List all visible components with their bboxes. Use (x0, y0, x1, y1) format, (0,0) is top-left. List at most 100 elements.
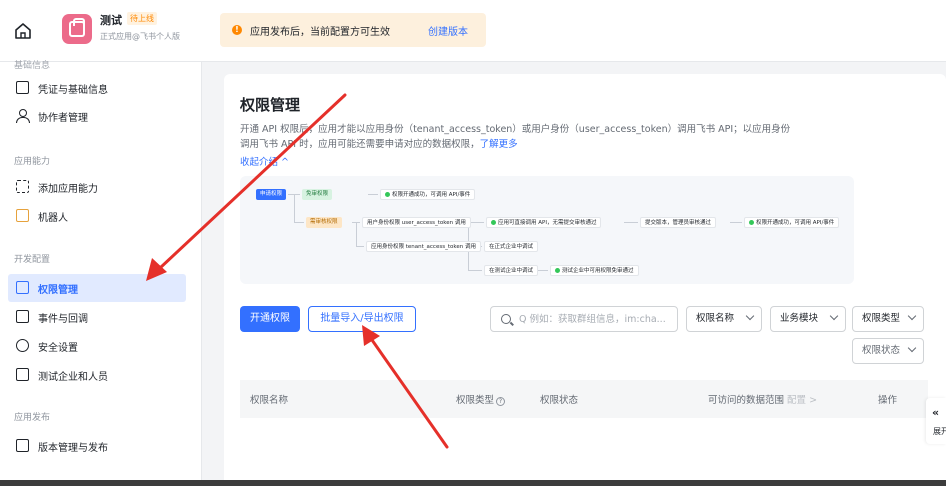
flow-connector (356, 246, 364, 247)
publish-icon (16, 439, 29, 452)
filter-label: 业务模块 (780, 313, 819, 324)
column-header-scope: 可访问的数据范围 配置 > (708, 392, 817, 406)
search-icon (501, 314, 511, 324)
filter-business-module[interactable]: 业务模块 (770, 306, 846, 332)
flow-submit-version: 提交版本，管理员审核通过 (640, 217, 717, 228)
sidebar-section-publish: 应用发布 (14, 413, 51, 423)
page-title: 权限管理 (240, 96, 301, 114)
flow-no-review-chip: 免审权限 (302, 189, 333, 200)
sidebar: 基础信息 凭证与基础信息 协作者管理 应用能力 添加应用能力 机器人 开发配置 … (0, 61, 202, 486)
sidebar-section-dev-config: 开发配置 (14, 255, 51, 265)
create-version-link[interactable]: 创建版本 (428, 23, 468, 38)
warning-icon: ! (232, 25, 242, 35)
flow-connector (356, 222, 357, 246)
flow-app-identity-chip: 应用身份权限 tenant_access_token 调用 (366, 241, 481, 252)
shield-check-icon (16, 339, 29, 352)
batch-import-export-button[interactable]: 批量导入/导出权限 (308, 306, 416, 332)
column-header-type-label: 权限类型 (456, 395, 495, 406)
flow-start-chip: 申请权限 (256, 189, 287, 200)
help-icon[interactable]: ? (496, 397, 506, 406)
sidebar-item-test-tenants[interactable]: 测试企业和人员 (8, 361, 186, 389)
app-root: 测试 待上线 正式应用@飞书个人版 ! 应用发布后，当前配置方可生效 创建版本 … (0, 0, 946, 486)
main-panel: 权限管理 开通 API 权限后，应用才能以应用身份（tenant_access_… (224, 74, 946, 486)
sidebar-item-versions[interactable]: 版本管理与发布 (8, 432, 186, 460)
document-icon (16, 81, 29, 94)
top-bar: 测试 待上线 正式应用@飞书个人版 ! 应用发布后，当前配置方可生效 创建版本 (0, 0, 946, 62)
expand-label: 展开 (933, 427, 946, 436)
collapse-intro-toggle[interactable]: 收起介绍 ^ (240, 154, 289, 168)
flow-user-identity-chip: 用户身份权限 user_access_token 调用 (362, 217, 471, 228)
notice-text: 应用发布后，当前配置方可生效 (250, 27, 390, 38)
sidebar-section-app-ability: 应用能力 (14, 157, 51, 167)
sidebar-item-security[interactable]: 安全设置 (8, 332, 186, 360)
column-header-action: 操作 (878, 395, 898, 406)
filter-label: 权限状态 (862, 345, 901, 356)
filter-permission-name[interactable]: 权限名称 (686, 306, 762, 332)
expand-panel-button[interactable]: « 展开 (926, 398, 946, 444)
sidebar-item-credentials[interactable]: 凭证与基础信息 (8, 74, 186, 102)
column-header-type: 权限类型? (456, 392, 506, 406)
flow-official-tenant-chip: 在正式企业中调试 (484, 241, 539, 252)
filter-permission-status[interactable]: 权限状态 (852, 338, 924, 364)
app-logo-icon (62, 14, 92, 44)
flow-connector (368, 194, 378, 195)
person-icon (16, 109, 30, 123)
column-header-status: 权限状态 (540, 395, 579, 406)
learn-more-link[interactable]: 了解更多 (480, 139, 518, 150)
add-ability-icon (16, 180, 29, 193)
sidebar-item-label: 凭证与基础信息 (38, 85, 108, 96)
filter-label: 权限名称 (696, 313, 735, 324)
app-subtitle: 正式应用@飞书个人版 (100, 32, 180, 41)
events-icon (16, 310, 29, 323)
flow-user-result: 应用可直接调用 API，无需提交审核通过 (486, 217, 602, 228)
app-name: 测试 (100, 14, 122, 27)
description-line-2: 调用飞书 API 时，应用可能还需要申请对应的数据权限， (240, 139, 480, 150)
sidebar-item-label: 添加应用能力 (38, 184, 98, 195)
sidebar-item-label: 协作者管理 (38, 113, 88, 124)
flow-final-result: 权限开通成功，可调用 API/事件 (744, 217, 840, 228)
flow-test-tenant-chip: 在测试企业中调试 (484, 265, 539, 276)
column-header-scope-label: 可访问的数据范围 (708, 395, 785, 406)
sidebar-item-bot[interactable]: 机器人 (8, 202, 186, 230)
scope-config-link[interactable]: 配置 > (787, 395, 817, 406)
permission-flow-diagram: 申请权限 免审权限 权限开通成功，可调用 API/事件 需审核权限 用户身份权限… (240, 176, 854, 284)
flow-need-review-chip: 需审核权限 (306, 217, 342, 228)
flow-connector (294, 222, 304, 223)
sidebar-item-add-ability[interactable]: 添加应用能力 (8, 173, 186, 201)
sidebar-item-label: 测试企业和人员 (38, 372, 108, 383)
chevron-down-icon (907, 311, 917, 321)
chevron-down-icon (745, 311, 755, 321)
page-description: 开通 API 权限后，应用才能以应用身份（tenant_access_token… (240, 122, 860, 152)
sidebar-section-basic: 基础信息 (14, 61, 51, 71)
flow-connector (294, 194, 295, 222)
sidebar-item-label: 版本管理与发布 (38, 443, 108, 454)
sidebar-item-label: 权限管理 (38, 285, 78, 296)
description-line-1: 开通 API 权限后，应用才能以应用身份（tenant_access_token… (240, 124, 791, 135)
enable-permission-button[interactable]: 开通权限 (240, 306, 300, 332)
sidebar-item-label: 安全设置 (38, 343, 78, 354)
permissions-table-header: 权限名称 权限类型? 权限状态 可访问的数据范围 配置 > 操作 (240, 380, 928, 418)
flow-connector (624, 222, 638, 223)
sidebar-item-label: 事件与回调 (38, 314, 88, 325)
sidebar-item-collaborators[interactable]: 协作者管理 (8, 102, 186, 130)
flow-connector (468, 270, 482, 271)
bottom-edge (0, 480, 946, 486)
publish-notice: ! 应用发布后，当前配置方可生效 创建版本 (220, 13, 486, 47)
test-tenant-icon (16, 368, 29, 381)
search-input[interactable] (519, 311, 669, 328)
column-header-name: 权限名称 (250, 395, 289, 406)
chevron-down-icon (829, 311, 839, 321)
sidebar-item-events[interactable]: 事件与回调 (8, 303, 186, 331)
home-icon[interactable] (12, 20, 34, 42)
flow-test-result: 测试企业中可用权限免审通过 (550, 265, 639, 276)
permission-icon (16, 281, 29, 294)
bot-icon (16, 209, 29, 222)
app-status-badge: 待上线 (127, 12, 157, 25)
flow-connector (730, 222, 742, 223)
sidebar-item-permissions[interactable]: 权限管理 (8, 274, 186, 302)
double-chevron-left-icon: « (932, 406, 940, 419)
sidebar-item-label: 机器人 (38, 213, 68, 224)
permission-search[interactable] (490, 306, 678, 332)
filter-permission-type[interactable]: 权限类型 (852, 306, 924, 332)
chevron-down-icon (907, 343, 917, 353)
